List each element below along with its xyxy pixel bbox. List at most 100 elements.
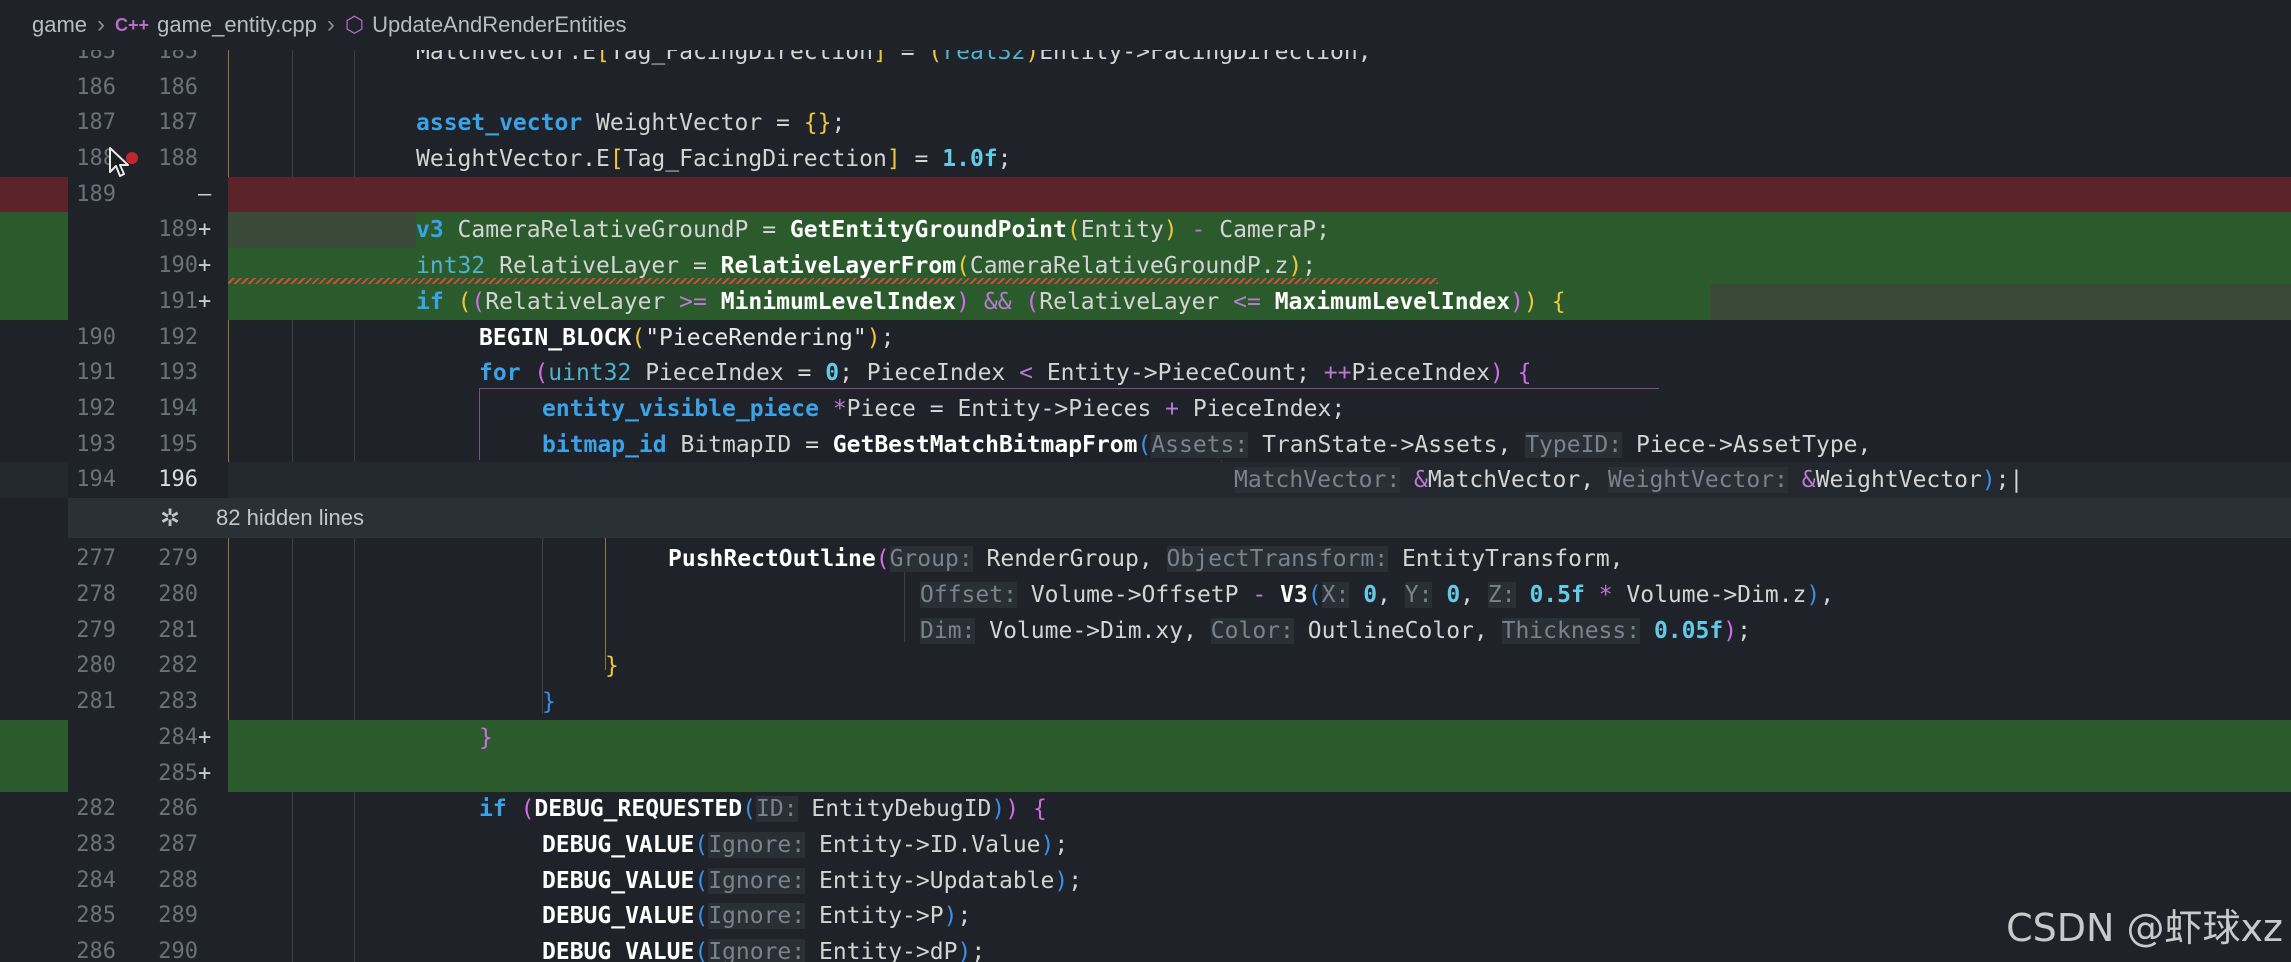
code-line[interactable]: 285 289 DEBUG_VALUE(Ignore: Entity->P); <box>0 898 2291 934</box>
current-line[interactable]: 194 196 MatchVector: &MatchVector, Weigh… <box>0 462 2291 498</box>
code-text[interactable]: entity_visible_piece *Piece = Entity->Pi… <box>542 391 1345 427</box>
new-line-number: 189 <box>158 217 198 242</box>
old-line-number: 191 <box>76 360 116 385</box>
new-line-number: 283 <box>158 689 198 714</box>
new-line-number: 280 <box>158 582 198 607</box>
breadcrumb-symbol[interactable]: UpdateAndRenderEntities <box>372 12 626 38</box>
chevron-right-icon: › <box>97 11 106 38</box>
code-line[interactable]: 279 281 Dim: Volume->Dim.xy, Color: Outl… <box>0 613 2291 649</box>
old-line-number: 193 <box>76 432 116 457</box>
code-line[interactable]: 186 186 <box>0 70 2291 106</box>
code-line[interactable]: 281 283 } <box>0 684 2291 720</box>
code-text[interactable]: if (DEBUG_REQUESTED(ID: EntityDebugID)) … <box>479 791 1047 827</box>
code-text[interactable]: Dim: Volume->Dim.xy, Color: OutlineColor… <box>920 613 1751 649</box>
code-text[interactable]: WeightVector.E[Tag_FacingDirection] = 1.… <box>416 141 1012 177</box>
inline-highlight <box>228 212 416 248</box>
new-line-number: 287 <box>158 832 198 857</box>
code-text[interactable]: Offset: Volume->OffsetP - V3(X: 0, Y: 0,… <box>920 577 1834 613</box>
inline-highlight <box>1710 284 2291 320</box>
breadcrumb: game › C++ game_entity.cpp › ⬡ UpdateAnd… <box>0 0 2291 50</box>
old-line-number: 285 <box>76 903 116 928</box>
new-line-number: 289 <box>158 903 198 928</box>
old-line-number: 277 <box>76 546 116 571</box>
cpp-file-icon: C++ <box>115 14 150 35</box>
mouse-cursor-icon <box>109 147 129 177</box>
added-line[interactable]: 190 + int32 RelativeLayer = RelativeLaye… <box>0 248 2291 284</box>
old-line-number: 283 <box>76 832 116 857</box>
hidden-lines-bar[interactable]: ✲ 82 hidden lines <box>68 498 2291 538</box>
new-line-number: 193 <box>158 360 198 385</box>
code-line[interactable]: 193 195 bitmap_id BitmapID = GetBestMatc… <box>0 427 2291 463</box>
code-text[interactable]: if ((RelativeLayer >= MinimumLevelIndex)… <box>416 284 1566 320</box>
old-line-number: 286 <box>76 939 116 962</box>
code-text[interactable]: v3 CameraRelativeGroundP = GetEntityGrou… <box>416 212 1330 248</box>
new-line-number: 187 <box>158 110 198 135</box>
old-line-number: 284 <box>76 868 116 893</box>
code-line[interactable]: 284 288 DEBUG_VALUE(Ignore: Entity->Upda… <box>0 863 2291 899</box>
unfold-icon[interactable]: ✲ <box>160 504 216 533</box>
old-line-number: 189 <box>76 182 116 207</box>
code-text[interactable]: } <box>479 720 493 756</box>
added-marker: + <box>198 289 212 314</box>
old-line-number: 279 <box>76 618 116 643</box>
code-text[interactable]: DEBUG_VALUE(Ignore: Entity->Updatable); <box>542 863 1082 899</box>
new-line-number: 279 <box>158 546 198 571</box>
code-line[interactable]: 188 188 WeightVector.E[Tag_FacingDirecti… <box>0 141 2291 177</box>
hidden-lines-label: 82 hidden lines <box>216 505 365 530</box>
code-line[interactable]: 278 280 Offset: Volume->OffsetP - V3(X: … <box>0 577 2291 613</box>
old-line-number: 190 <box>76 325 116 350</box>
new-line-number: 285 <box>158 761 198 786</box>
code-line[interactable]: 286 290 DEBUG_VALUE(Ignore: Entity->dP); <box>0 934 2291 962</box>
new-line-number: 288 <box>158 868 198 893</box>
chevron-right-icon: › <box>326 11 335 38</box>
deleted-marker: — <box>198 182 212 207</box>
code-text[interactable]: } <box>542 684 556 720</box>
code-line[interactable]: 277 279 PushRectOutline(Group: RenderGro… <box>0 541 2291 577</box>
added-line[interactable]: 191 + if ((RelativeLayer >= MinimumLevel… <box>0 284 2291 320</box>
old-line-number: 194 <box>76 467 116 492</box>
breadcrumb-folder[interactable]: game <box>32 12 87 38</box>
new-line-number: 192 <box>158 325 198 350</box>
new-line-number: 186 <box>158 75 198 100</box>
old-line-number: 280 <box>76 653 116 678</box>
code-line[interactable]: 187 187 asset_vector WeightVector = {}; <box>0 105 2291 141</box>
old-line-number: 187 <box>76 110 116 135</box>
code-text[interactable]: DEBUG_VALUE(Ignore: Entity->ID.Value); <box>542 827 1068 863</box>
diff-editor[interactable]: 185 185 MatchVector.E[Tag_FacingDirectio… <box>0 0 2291 962</box>
old-line-number: 278 <box>76 582 116 607</box>
new-line-number: 286 <box>158 796 198 821</box>
new-line-number: 281 <box>158 618 198 643</box>
code-text[interactable]: bitmap_id BitmapID = GetBestMatchBitmapF… <box>542 427 1871 463</box>
code-text[interactable]: DEBUG_VALUE(Ignore: Entity->dP); <box>542 934 985 962</box>
new-line-number: 188 <box>158 146 198 171</box>
code-lines[interactable]: 185 185 MatchVector.E[Tag_FacingDirectio… <box>0 0 2291 962</box>
old-line-number: 282 <box>76 796 116 821</box>
code-line[interactable]: 192 194 entity_visible_piece *Piece = En… <box>0 391 2291 427</box>
code-text[interactable]: PushRectOutline(Group: RenderGroup, Obje… <box>668 541 1624 577</box>
code-line[interactable]: 280 282 } <box>0 648 2291 684</box>
code-text[interactable]: } <box>605 648 619 684</box>
added-line[interactable]: 189 + v3 CameraRelativeGroundP = GetEnti… <box>0 212 2291 248</box>
code-line[interactable]: 283 287 DEBUG_VALUE(Ignore: Entity->ID.V… <box>0 827 2291 863</box>
code-line[interactable]: 191 193 for (uint32 PieceIndex = 0; Piec… <box>0 355 2291 391</box>
added-line[interactable]: 285 + <box>0 756 2291 792</box>
new-line-number: 191 <box>158 289 198 314</box>
new-line-number: 195 <box>158 432 198 457</box>
added-marker: + <box>198 761 212 786</box>
code-text[interactable]: MatchVector: &MatchVector, WeightVector:… <box>1234 462 2023 498</box>
added-marker: + <box>198 725 212 750</box>
breadcrumb-file[interactable]: game_entity.cpp <box>157 12 317 38</box>
code-line[interactable]: 282 286 if (DEBUG_REQUESTED(ID: EntityDe… <box>0 791 2291 827</box>
new-line-number: 190 <box>158 253 198 278</box>
deleted-line[interactable]: 189 — <box>0 177 2291 213</box>
watermark: CSDN @虾球xz <box>2006 906 2283 950</box>
added-line[interactable]: 284 + } <box>0 720 2291 756</box>
code-line[interactable]: 190 192 BEGIN_BLOCK("PieceRendering"); <box>0 320 2291 356</box>
old-line-number: 186 <box>76 75 116 100</box>
code-text[interactable]: asset_vector WeightVector = {}; <box>416 105 845 141</box>
code-text[interactable]: BEGIN_BLOCK("PieceRendering"); <box>479 320 894 356</box>
code-text[interactable]: DEBUG_VALUE(Ignore: Entity->P); <box>542 898 971 934</box>
code-text[interactable]: for (uint32 PieceIndex = 0; PieceIndex <… <box>479 355 1532 391</box>
old-line-number: 281 <box>76 689 116 714</box>
method-cube-icon: ⬡ <box>344 12 365 37</box>
